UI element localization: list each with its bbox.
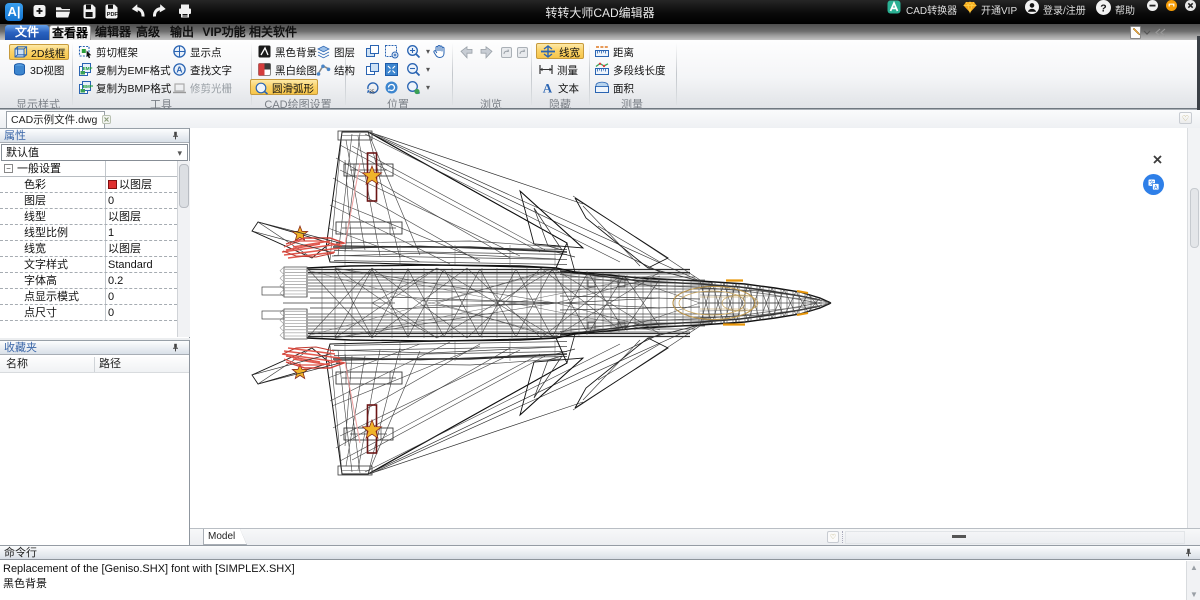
svg-text:A: A xyxy=(1154,185,1158,191)
svg-text:A: A xyxy=(543,81,553,96)
svg-text:BMP: BMP xyxy=(83,84,93,89)
svg-text:35: 35 xyxy=(369,90,375,96)
svg-text:A: A xyxy=(176,65,182,75)
svg-text:?: ? xyxy=(1100,2,1106,14)
svg-text:EMF: EMF xyxy=(83,66,93,71)
